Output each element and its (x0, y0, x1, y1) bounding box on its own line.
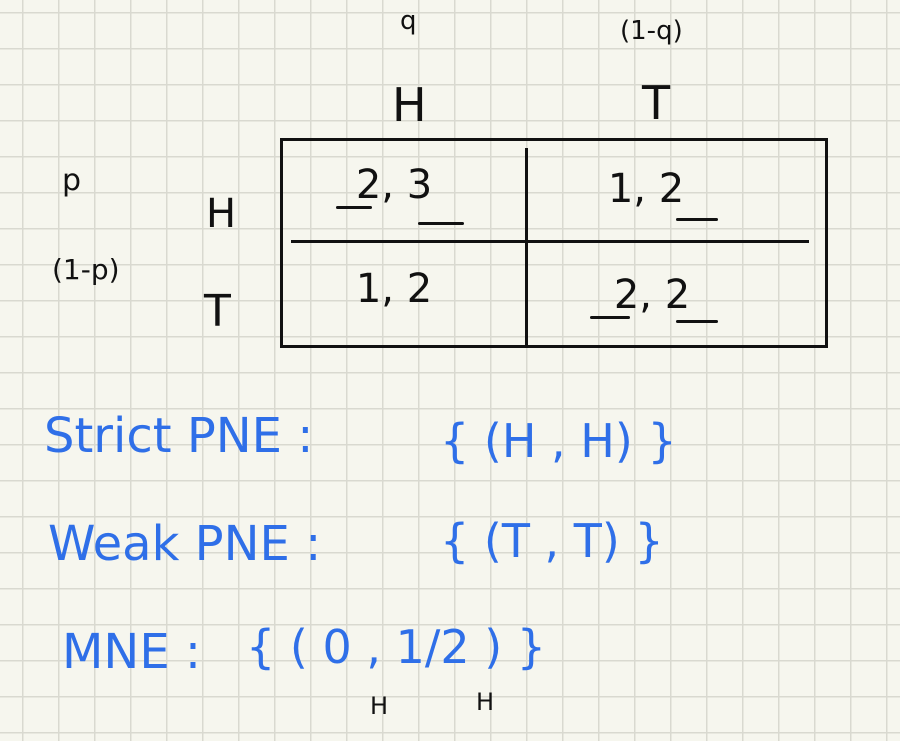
one-minus-p-label: (1-p) (52, 253, 120, 286)
row-header-h: H (206, 191, 237, 237)
column-header-t: T (642, 76, 671, 130)
best-response-underline (418, 222, 464, 225)
payoff-cell-t-t: 2, 2 (613, 272, 691, 318)
mne-subscript-h: H (370, 692, 389, 720)
best-response-underline (676, 320, 718, 323)
payoff-cell-h-h: 2, 3 (355, 162, 433, 208)
weak-pne-value: { (T , T) } (440, 514, 664, 568)
mne-label: MNE : (62, 624, 202, 680)
weak-pne-label: Weak PNE : (48, 516, 322, 572)
one-minus-q-label: (1-q) (620, 16, 683, 46)
p-label: p (62, 163, 82, 198)
matrix-horizontal-divider (291, 240, 809, 243)
q-label: q (400, 6, 417, 36)
matrix-vertical-divider (525, 148, 528, 348)
strict-pne-value: { (H , H) } (440, 414, 677, 468)
best-response-underline (590, 316, 630, 319)
column-header-h: H (392, 78, 427, 132)
mne-value: { ( 0 , 1/2 ) } (246, 620, 547, 674)
mne-subscript-h: H (476, 688, 495, 716)
best-response-underline (336, 206, 372, 209)
row-header-t: T (204, 286, 231, 337)
best-response-underline (676, 218, 718, 221)
payoff-cell-t-h: 1, 2 (355, 266, 433, 312)
payoff-cell-h-t: 1, 2 (607, 166, 685, 212)
strict-pne-label: Strict PNE : (44, 408, 314, 464)
